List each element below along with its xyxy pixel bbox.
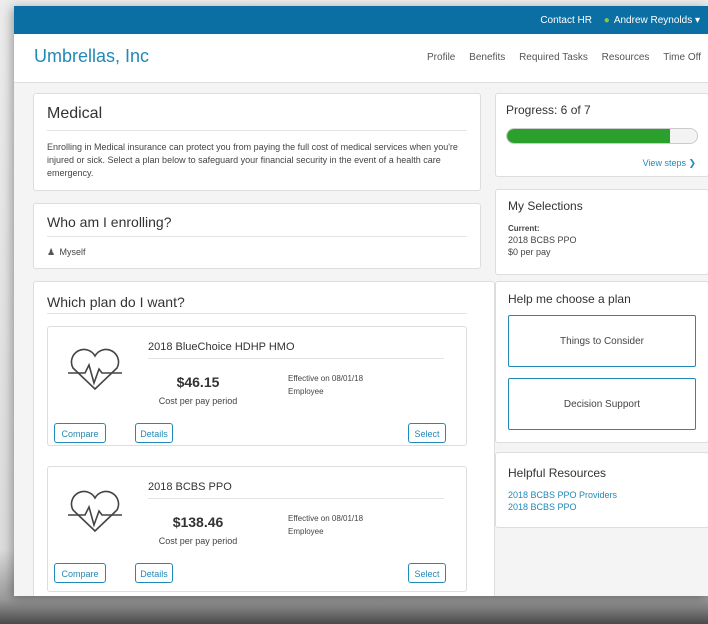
plan-cost-label: Cost per pay period <box>158 396 238 406</box>
progress-panel: Progress: 6 of 7 View steps ❯ <box>495 93 708 177</box>
user-menu[interactable]: ● Andrew Reynolds ▾ <box>604 15 700 26</box>
nav-profile[interactable]: Profile <box>427 52 455 63</box>
main-content: Medical Enrolling in Medical insurance c… <box>14 83 708 596</box>
nav-time-off[interactable]: Time Off <box>663 52 701 63</box>
nav-required-tasks[interactable]: Required Tasks <box>519 52 588 63</box>
decision-support-button[interactable]: Decision Support <box>508 378 696 430</box>
plans-panel: Which plan do I want? 2018 BlueChoice HD… <box>33 281 495 596</box>
resource-link[interactable]: 2018 BCBS PPO Providers <box>508 490 617 500</box>
brand-name[interactable]: Umbrellas, Inc <box>34 46 149 67</box>
person-icon: ♟ <box>47 247 56 257</box>
medical-description: Enrolling in Medical insurance can prote… <box>47 142 458 178</box>
plan-coverage: Employee <box>288 527 324 536</box>
divider <box>47 313 467 314</box>
progress-bar <box>506 128 698 144</box>
plan-name: 2018 BCBS PPO <box>148 481 232 493</box>
divider <box>148 358 444 359</box>
medical-panel: Medical Enrolling in Medical insurance c… <box>33 93 481 191</box>
resource-link[interactable]: 2018 BCBS PPO <box>508 502 577 512</box>
plan-name: 2018 BlueChoice HDHP HMO <box>148 341 295 353</box>
plan-coverage: Employee <box>288 387 324 396</box>
plan-card: 2018 BlueChoice HDHP HMO $46.15 Cost per… <box>47 326 467 446</box>
enrolling-title: Who am I enrolling? <box>47 214 172 230</box>
enrollee-name: Myself <box>59 247 86 257</box>
plans-title: Which plan do I want? <box>47 294 185 310</box>
divider <box>47 130 467 131</box>
things-to-consider-button[interactable]: Things to Consider <box>508 315 696 367</box>
contact-hr-link[interactable]: Contact HR <box>540 15 592 26</box>
plan-cost: $138.46 <box>172 514 224 530</box>
browser-window: Contact HR ● Andrew Reynolds ▾ Umbrellas,… <box>14 6 708 596</box>
select-button[interactable]: Select <box>408 423 446 443</box>
plan-cost: $46.15 <box>176 374 220 390</box>
main-nav: Profile Benefits Required Tasks Resource… <box>416 52 701 63</box>
enrolling-panel: Who am I enrolling? ♟ Myself <box>33 203 481 269</box>
details-button[interactable]: Details <box>135 563 173 583</box>
plan-effective-date: Effective on 08/01/18 <box>288 374 364 383</box>
help-title: Help me choose a plan <box>508 292 631 306</box>
selections-title: My Selections <box>508 199 583 213</box>
compare-button[interactable]: Compare <box>54 423 106 443</box>
details-button[interactable]: Details <box>135 423 173 443</box>
view-steps-link[interactable]: View steps ❯ <box>643 158 696 169</box>
resources-title: Helpful Resources <box>508 466 607 480</box>
divider <box>47 236 467 237</box>
plan-effective-date: Effective on 08/01/18 <box>288 514 364 523</box>
heart-pulse-icon <box>68 348 122 391</box>
plan-card: 2018 BCBS PPO $138.46 Cost per pay perio… <box>47 466 467 592</box>
help-panel: Help me choose a plan Things to Consider… <box>495 281 708 443</box>
resources-panel: Helpful Resources 2018 BCBS PPO Provider… <box>495 452 708 528</box>
divider <box>148 498 444 499</box>
select-button[interactable]: Select <box>408 563 446 583</box>
progress-title: Progress: 6 of 7 <box>506 103 591 117</box>
site-header: Umbrellas, Inc Profile Benefits Required… <box>14 34 708 83</box>
medical-title: Medical <box>47 105 103 122</box>
nav-resources[interactable]: Resources <box>602 52 650 63</box>
plan-cost-label: Cost per pay period <box>158 536 238 546</box>
user-icon: ● <box>603 15 610 26</box>
compare-button[interactable]: Compare <box>54 563 106 583</box>
top-bar: Contact HR ● Andrew Reynolds ▾ <box>14 6 708 34</box>
progress-bar-fill <box>507 129 670 143</box>
nav-benefits[interactable]: Benefits <box>469 52 505 63</box>
selections-panel: My Selections Current: 2018 BCBS PPO $0 … <box>495 189 708 275</box>
user-name: Andrew Reynolds ▾ <box>613 15 700 26</box>
current-cost: $0 per pay <box>508 247 551 257</box>
enrollee-row: ♟ Myself <box>47 246 86 259</box>
heart-pulse-icon <box>68 490 122 533</box>
